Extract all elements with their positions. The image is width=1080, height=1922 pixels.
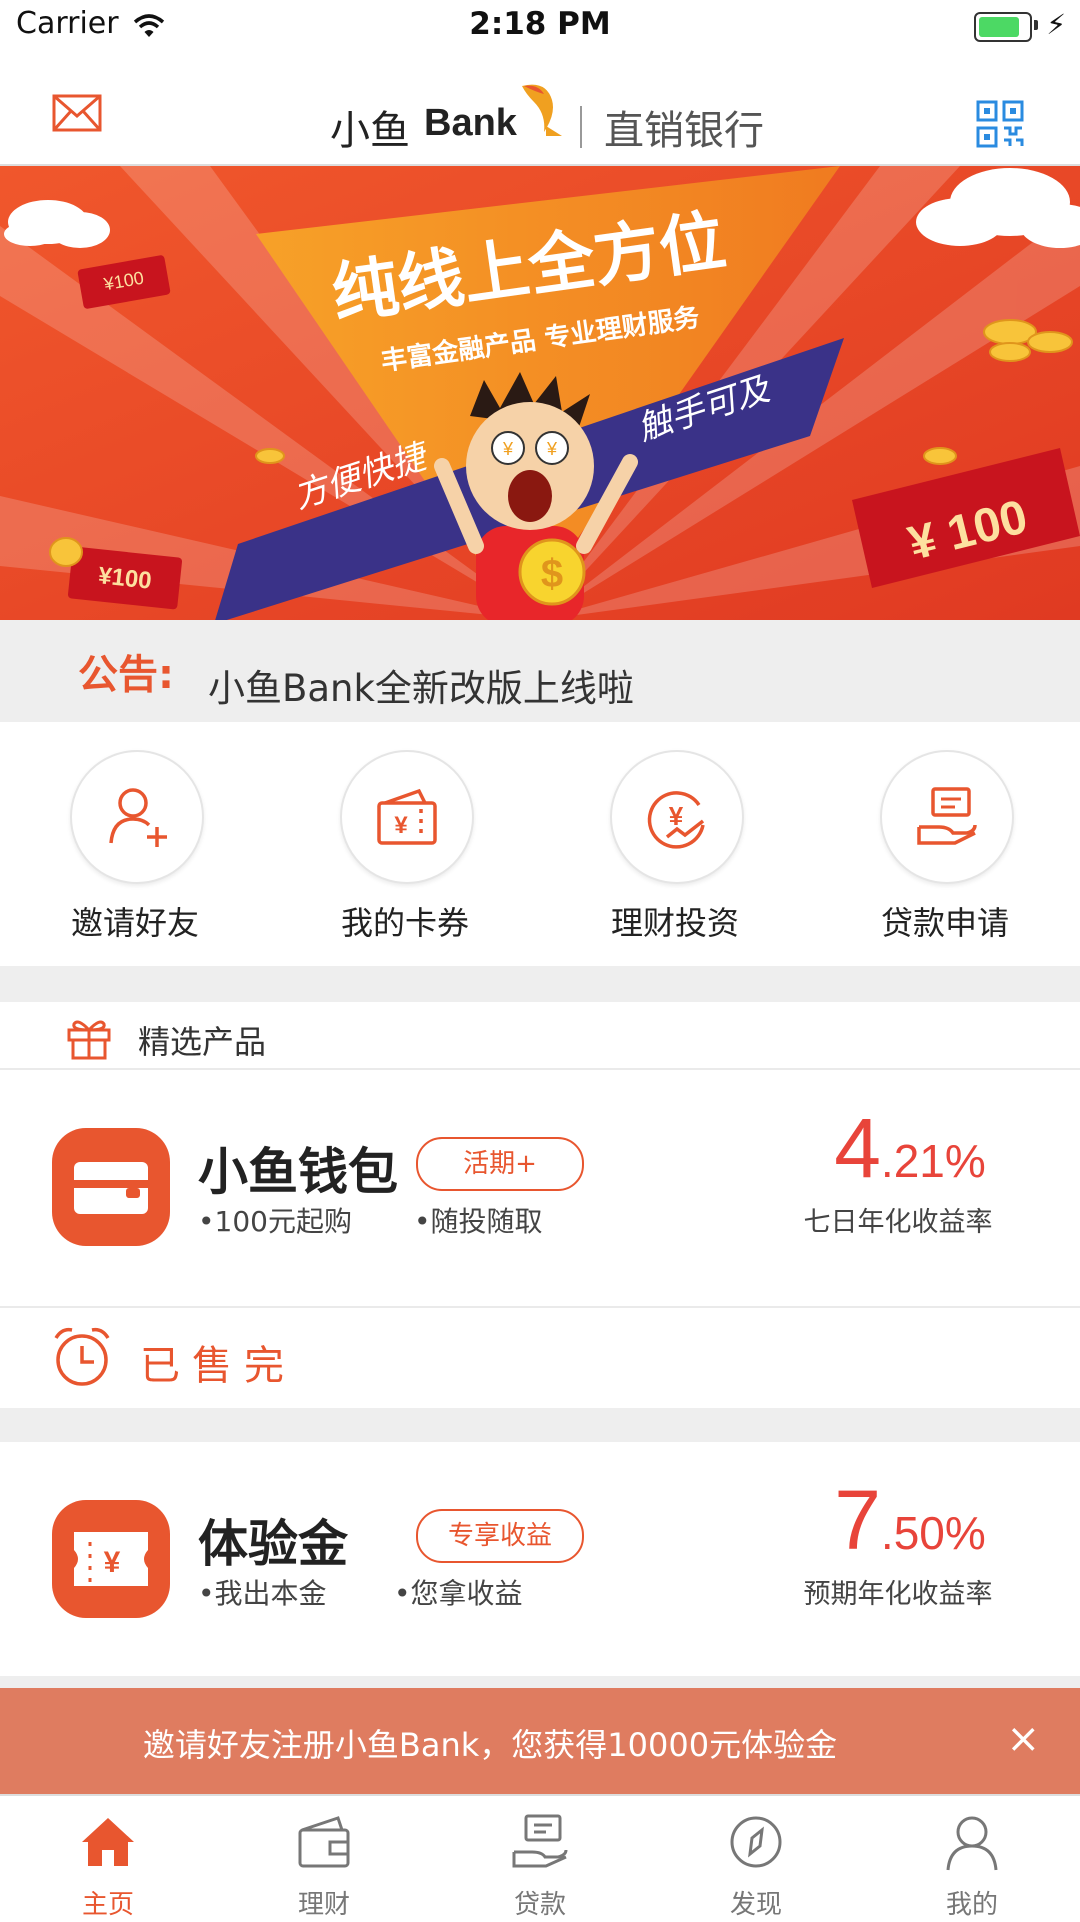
logo-separator: [580, 106, 582, 148]
gift-icon: [67, 1020, 111, 1060]
compass-icon: [730, 1816, 782, 1868]
product-feature-trial-fund-1: •我出本金: [198, 1577, 327, 1610]
tab-discover-label: 发现: [729, 1890, 782, 1920]
loan-apply-label: 贷款申请: [880, 904, 1009, 942]
battery-icon: [974, 12, 1032, 42]
status-time: 2:18 PM: [469, 6, 611, 42]
rate-integer-wallet: 4: [834, 1101, 881, 1195]
tab-finance[interactable]: 理财: [216, 1796, 432, 1922]
rate-decimal-trial-fund: .50%: [880, 1507, 986, 1559]
investment-button[interactable]: ¥: [610, 750, 744, 884]
product-rate-wallet: 4.21%: [790, 1100, 1030, 1197]
loan-tab-icon: [512, 1814, 568, 1868]
svg-text:¥: ¥: [104, 1546, 121, 1579]
invite-promo-text: 邀请好友注册小鱼Bank，您获得10000元体验金: [142, 1726, 838, 1764]
product-divider: [0, 1306, 1080, 1308]
tab-mine[interactable]: 我的: [864, 1796, 1080, 1922]
logo-cn: 小鱼: [330, 108, 410, 154]
wallet-icon: [298, 1816, 350, 1868]
investment-label: 理财投资: [610, 904, 739, 942]
svg-text:¥: ¥: [394, 812, 408, 839]
rate-decimal-wallet: .21%: [880, 1135, 986, 1187]
announcement-bar[interactable]: 公告: 小鱼Bank全新改版上线啦: [0, 620, 1080, 722]
promo-banner[interactable]: ¥100 ¥100 ¥ 100 纯线上全方位 丰富金融产品 专业理财服务 方便快…: [0, 166, 1080, 620]
product-name-wallet: 小鱼钱包: [198, 1143, 398, 1201]
charging-icon: ⚡: [1046, 8, 1066, 41]
invite-friend-button[interactable]: [70, 750, 204, 884]
alarm-clock-icon: [54, 1327, 110, 1386]
status-bar: Carrier 2:18 PM ⚡: [0, 0, 1080, 54]
my-coupons-label: 我的卡券: [340, 904, 469, 942]
qr-code-icon[interactable]: [976, 100, 1024, 148]
product-rate-trial-fund: 7.50%: [790, 1472, 1030, 1569]
wallet-product-icon: [52, 1128, 170, 1246]
fish-logo-icon: [522, 84, 562, 136]
tab-discover[interactable]: 发现: [648, 1796, 864, 1922]
logo-en: Bank: [424, 102, 517, 144]
app-header: 小鱼 Bank 直销银行: [0, 54, 1080, 166]
investment-icon: ¥: [647, 791, 705, 849]
featured-products-title: 精选产品: [138, 1023, 267, 1061]
announcement-label: 公告:: [78, 652, 174, 698]
invite-promo-bar[interactable]: 邀请好友注册小鱼Bank，您获得10000元体验金 ×: [0, 1688, 1080, 1794]
banner-artwork: ¥100 ¥100 ¥ 100 纯线上全方位 丰富金融产品 专业理财服务 方便快…: [0, 166, 1080, 620]
rate-label-wallet: 七日年化收益率: [803, 1207, 993, 1238]
announcement-text: 小鱼Bank全新改版上线啦: [208, 667, 634, 710]
rate-integer-trial-fund: 7: [834, 1473, 881, 1567]
banner-coin-symbol: $: [541, 552, 563, 596]
svg-text:¥: ¥: [502, 439, 514, 459]
invite-friend-icon: [109, 788, 167, 847]
mail-icon[interactable]: [52, 94, 102, 132]
tab-home[interactable]: 主页: [0, 1796, 216, 1922]
product-feature-wallet-1: •100元起购: [198, 1205, 352, 1238]
tab-home-label: 主页: [81, 1890, 134, 1920]
product-tag-trial-fund: 专享收益: [416, 1509, 584, 1563]
close-icon[interactable]: ×: [1006, 1716, 1040, 1762]
tab-bar: 主页 理财 贷款 发现 我的: [0, 1794, 1080, 1922]
section-divider-3: [0, 1676, 1080, 1688]
loan-apply-button[interactable]: [880, 750, 1014, 884]
svg-text:¥: ¥: [669, 801, 684, 831]
profile-icon: [946, 1816, 998, 1871]
svg-text:¥: ¥: [546, 439, 558, 459]
sold-out-label: 已售完: [140, 1343, 296, 1389]
section-divider: [0, 966, 1080, 1002]
tab-loan-label: 贷款: [513, 1890, 566, 1920]
trial-fund-product-icon: ¥: [52, 1500, 170, 1618]
my-coupons-button[interactable]: ¥: [340, 750, 474, 884]
tab-finance-label: 理财: [297, 1890, 350, 1920]
section-divider-2: [0, 1408, 1080, 1442]
home-icon: [82, 1818, 134, 1866]
product-tag-wallet: 活期+: [416, 1137, 584, 1191]
battery-tip: [1034, 20, 1038, 30]
product-name-trial-fund: 体验金: [198, 1515, 348, 1573]
loan-icon: [917, 787, 977, 845]
logo-subtitle: 直销银行: [604, 108, 764, 154]
product-feature-trial-fund-2: •您拿收益: [394, 1577, 523, 1610]
tab-loan[interactable]: 贷款: [432, 1796, 648, 1922]
product-feature-wallet-2: •随投随取: [414, 1205, 543, 1238]
coupon-icon: ¥: [377, 788, 437, 845]
ticket-left-text: ¥100: [97, 562, 153, 594]
tab-mine-label: 我的: [945, 1890, 998, 1920]
invite-friend-label: 邀请好友: [70, 904, 199, 942]
rate-label-trial-fund: 预期年化收益率: [803, 1579, 993, 1610]
